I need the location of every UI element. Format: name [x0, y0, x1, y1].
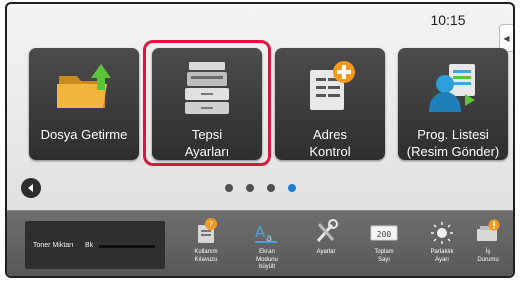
toner-status: Toner Miktarı Bk: [25, 221, 165, 269]
svg-text:?: ?: [209, 220, 213, 229]
manual-icon: ?: [181, 217, 231, 245]
page-dot[interactable]: [225, 184, 233, 192]
magnify-text-icon: A a: [242, 217, 292, 245]
tile-dosya-getirme[interactable]: Dosya Getirme: [29, 48, 139, 160]
function-label: Kullanım Kılavuzu: [194, 249, 218, 263]
tile-tepsi-ayarlari[interactable]: Tepsi Ayarları: [152, 48, 262, 160]
toner-level-bar: [99, 245, 155, 248]
user-manual-button[interactable]: ? Kullanım Kılavuzu: [181, 217, 231, 264]
shortcut-tiles: Dosya Getirme Tepsi Ayarları Adres Kontr…: [7, 40, 513, 166]
page-dot[interactable]: [267, 184, 275, 192]
tile-label: Tepsi Ayarları: [184, 127, 230, 159]
page-dot-active[interactable]: [288, 184, 296, 192]
clock: 10:15: [430, 12, 466, 28]
tools-icon: [301, 217, 351, 245]
job-status-icon: [463, 217, 513, 245]
zoom-display-button[interactable]: A a Ekran Modunu büyült: [242, 217, 292, 272]
user-document-icon: [398, 60, 508, 112]
function-label: Ekran Modunu büyült: [256, 249, 278, 270]
tile-label: Dosya Getirme: [40, 127, 128, 142]
folder-arrow-icon: [29, 60, 139, 112]
tile-adres-kontrol[interactable]: Adres Kontrol: [275, 48, 385, 160]
counter-icon: 200: [359, 217, 409, 245]
function-label: İş Durumu: [477, 249, 499, 263]
function-label: Toplam Sayı: [374, 249, 394, 263]
function-label: Ayarlar: [316, 249, 336, 255]
page-dot[interactable]: [246, 184, 254, 192]
function-label: Parlaklık Ayarı: [430, 249, 454, 263]
tile-label: Adres Kontrol: [309, 127, 351, 159]
address-book-add-icon: [275, 60, 385, 112]
bottom-bar: Toner Miktarı Bk ? Kullanım Kılavuzu A a…: [7, 210, 513, 276]
back-arrow-icon[interactable]: [21, 178, 41, 198]
toner-color-label: Bk: [85, 242, 94, 249]
svg-text:A: A: [255, 223, 266, 241]
tile-label: Prog. Listesi (Resim Gönder): [406, 127, 500, 159]
page-indicator: [7, 176, 513, 200]
brightness-icon: [417, 217, 467, 245]
job-status-button[interactable]: İş Durumu: [463, 217, 513, 264]
tile-prog-listesi[interactable]: Prog. Listesi (Resim Gönder): [398, 48, 508, 160]
touch-panel-screen: 10:15 ◀ Dosya Getirme Tepsi Ayarları Adr…: [5, 2, 515, 278]
toner-label: Toner Miktarı: [33, 242, 74, 249]
settings-button[interactable]: Ayarlar: [301, 217, 351, 257]
svg-text:200: 200: [377, 230, 392, 239]
total-count-button[interactable]: 200 Toplam Sayı: [359, 217, 409, 264]
brightness-button[interactable]: Parlaklık Ayarı: [417, 217, 467, 264]
printer-icon: [152, 60, 262, 114]
